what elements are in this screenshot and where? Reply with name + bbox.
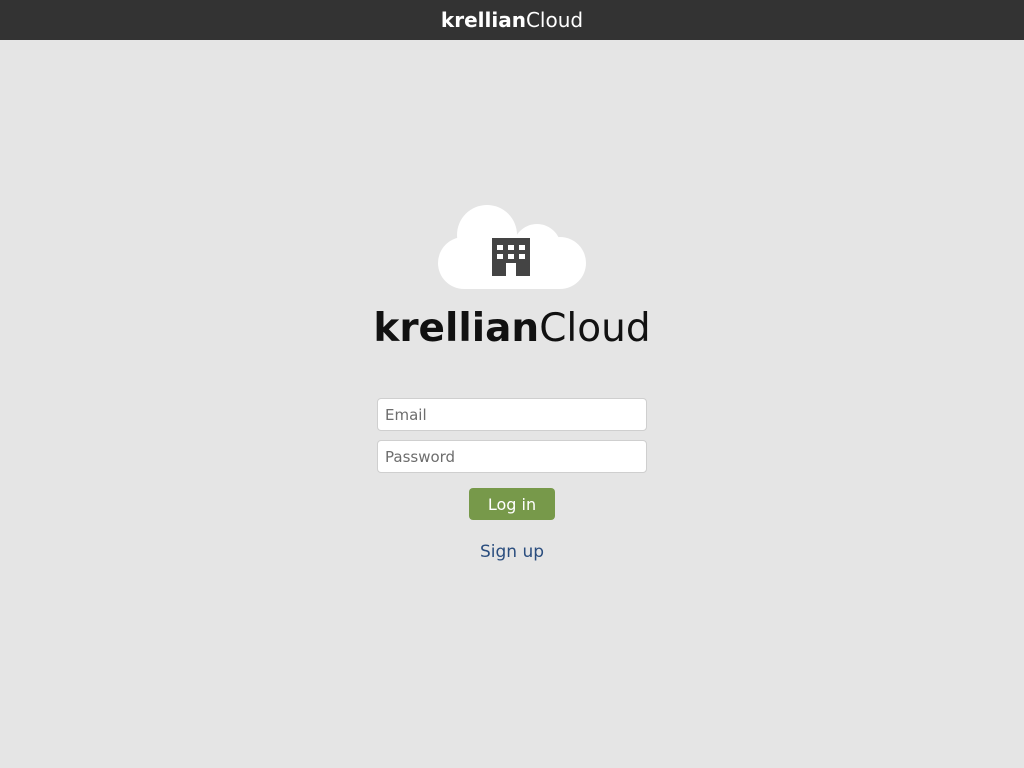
cloud-logo [438,205,586,289]
top-bar-brand: krellianCloud [441,0,583,40]
brand-wordmark-bold: krellian [373,306,540,351]
signup-link[interactable]: Sign up [0,540,1024,564]
top-bar-brand-light: Cloud [525,8,584,32]
top-bar-brand-bold: krellian [440,8,526,32]
login-button[interactable]: Log in [469,488,555,520]
brand-wordmark-light: Cloud [539,306,651,351]
password-field[interactable] [377,440,647,473]
top-bar: krellianCloud [0,0,1024,40]
login-form [377,398,647,473]
email-field[interactable] [377,398,647,431]
brand-wordmark: krellianCloud [0,306,1024,352]
